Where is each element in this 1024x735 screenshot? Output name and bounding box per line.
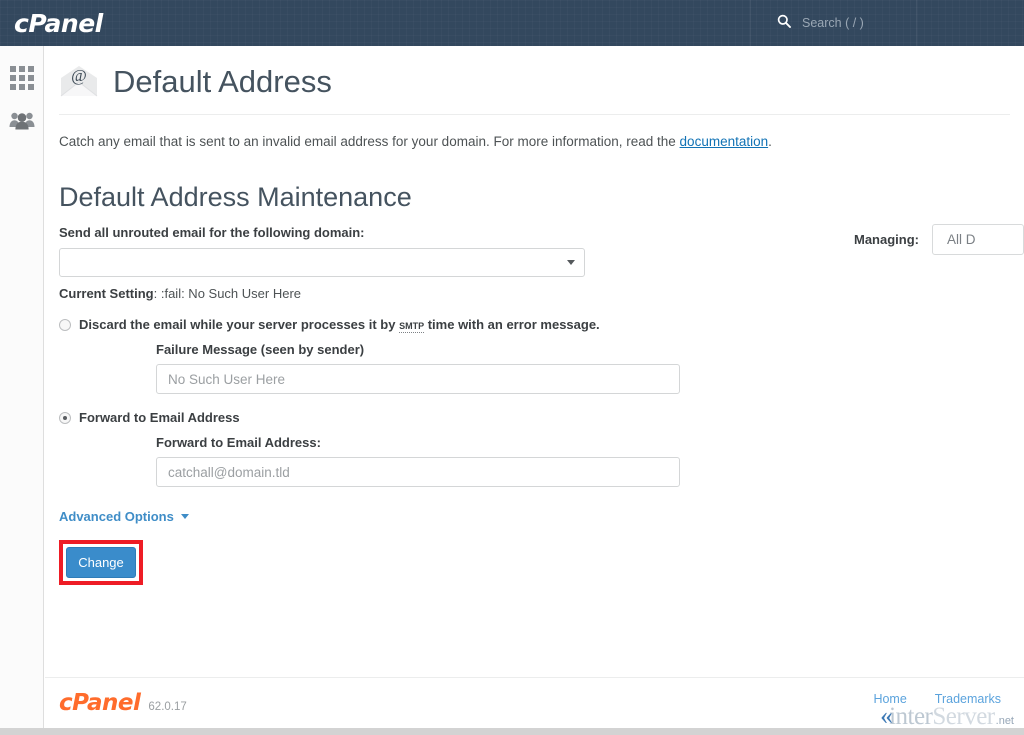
svg-text:@: @ (71, 66, 87, 85)
discard-radio-button[interactable] (59, 319, 71, 331)
managing-selected-value: All D (947, 232, 976, 247)
discard-label-part1: Discard the email while your server proc… (79, 317, 399, 332)
header-divider (59, 114, 1010, 115)
advanced-options-toggle[interactable]: Advanced Options (59, 509, 189, 524)
main-content-area: @ Default Address Catch any email that i… (45, 46, 1024, 735)
change-button-highlight: Change (59, 540, 143, 585)
forward-option-row[interactable]: Forward to Email Address (59, 410, 1024, 425)
forward-email-value: catchall@domain.tld (168, 465, 290, 480)
advanced-options-label: Advanced Options (59, 509, 174, 524)
current-setting-label: Current Setting (59, 286, 154, 301)
watermark-tld-text: .net (996, 715, 1014, 727)
forward-option-label: Forward to Email Address (79, 410, 240, 425)
discard-label-part2: time with an error message. (424, 317, 600, 332)
forward-radio-button[interactable] (59, 412, 71, 424)
grid-apps-icon (10, 66, 34, 90)
failure-message-value: No Such User Here (168, 372, 285, 387)
user-menu-button[interactable] (917, 0, 1024, 46)
page-header: @ Default Address (45, 46, 1024, 104)
top-navigation-bar: cPanel Search ( / ) (0, 0, 1024, 46)
domain-select[interactable] (59, 248, 585, 277)
cpanel-footer-logo: cPanel (59, 690, 140, 716)
watermark-inter-text: inter (889, 703, 932, 731)
cpanel-version: 62.0.17 (148, 701, 186, 713)
cpanel-logo[interactable]: cPanel (14, 9, 103, 38)
discard-option-label: Discard the email while your server proc… (79, 317, 600, 332)
forward-email-block: Forward to Email Address: catchall@domai… (156, 435, 1024, 487)
sidebar-item-users[interactable] (0, 100, 44, 144)
search-placeholder-text: Search ( / ) (802, 16, 864, 30)
default-address-form: Send all unrouted email for the followin… (59, 225, 1024, 585)
footer-branding: cPanel 62.0.17 (59, 690, 187, 716)
page-footer: cPanel 62.0.17 Home Trademarks « inter S… (45, 677, 1024, 735)
users-group-icon (9, 110, 35, 135)
failure-message-block: Failure Message (seen by sender) No Such… (156, 342, 1024, 394)
window-bottom-strip (0, 728, 1024, 735)
documentation-link[interactable]: documentation (680, 134, 769, 149)
footer-links: Home Trademarks (873, 692, 1001, 706)
watermark-server-text: Server (932, 703, 994, 731)
smtp-abbreviation: SMTP (399, 317, 424, 333)
left-sidebar (0, 46, 44, 735)
managing-control: Managing: All D (854, 224, 1024, 255)
managing-label: Managing: (854, 232, 919, 247)
page-description: Catch any email that is sent to an inval… (59, 134, 1024, 149)
footer-link-trademarks[interactable]: Trademarks (935, 692, 1001, 706)
change-button[interactable]: Change (66, 547, 136, 578)
section-title: Default Address Maintenance (59, 182, 1024, 213)
search-icon (777, 14, 791, 33)
failure-message-input[interactable]: No Such User Here (156, 364, 680, 394)
forward-email-label: Forward to Email Address: (156, 435, 1024, 450)
intro-text-after: . (768, 134, 772, 149)
forward-email-input[interactable]: catchall@domain.tld (156, 457, 680, 487)
current-setting: Current Setting: :fail: No Such User Her… (59, 286, 1024, 301)
caret-down-icon (181, 514, 189, 519)
discard-option-row[interactable]: Discard the email while your server proc… (59, 317, 1024, 332)
caret-down-icon (567, 260, 575, 265)
current-setting-value: : :fail: No Such User Here (154, 286, 301, 301)
envelope-at-icon: @ (59, 61, 99, 101)
failure-message-label: Failure Message (seen by sender) (156, 342, 1024, 357)
topbar-right-cluster: Search ( / ) (750, 0, 1024, 46)
sidebar-item-apps[interactable] (0, 56, 44, 100)
managing-dropdown[interactable]: All D (932, 224, 1024, 255)
footer-link-home[interactable]: Home (873, 692, 906, 706)
intro-text-before: Catch any email that is sent to an inval… (59, 134, 680, 149)
search-input[interactable]: Search ( / ) (750, 0, 917, 46)
page-title: Default Address (113, 66, 332, 97)
